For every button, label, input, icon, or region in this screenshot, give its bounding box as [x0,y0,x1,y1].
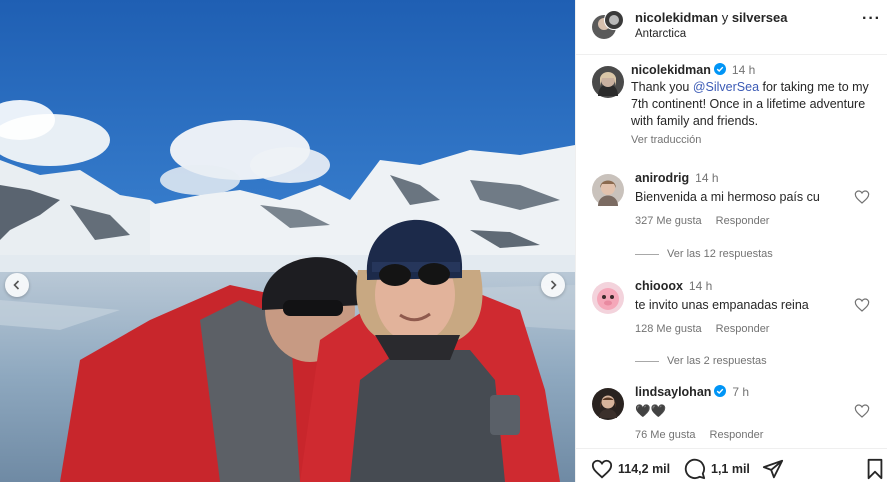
comment-time: 14 h [695,171,719,185]
post-details-panel: nicolekidman y silversea Antarctica ··· … [575,0,887,482]
reply-button[interactable]: Responder [716,215,770,227]
comment-item: lindsaylohan 7 h 🖤🖤 76 Me gusta Responder [576,385,887,445]
commenter-avatar[interactable] [592,282,624,314]
comment-header: anirodrig 14 h [635,171,719,185]
post-location[interactable]: Antarctica [635,28,686,40]
replies-divider [635,253,659,255]
comment-item: anirodrig 14 h Bienvenida a mi hermoso pa… [576,171,887,231]
view-replies-button[interactable]: Ver las 2 respuestas [635,355,767,367]
next-photo-button[interactable] [541,273,565,297]
author-separator: y [721,10,729,25]
reply-button[interactable]: Responder [716,323,770,335]
comment-meta: 76 Me gusta Responder [635,429,777,441]
view-replies-button[interactable]: Ver las 12 respuestas [635,248,773,260]
save-button[interactable] [864,458,887,480]
verified-badge-icon [713,63,726,75]
comment-time: 14 h [688,279,713,293]
comment-username[interactable]: anirodrig [635,171,689,185]
comment-username[interactable]: chiooox [635,279,683,293]
reply-button[interactable]: Responder [710,429,764,441]
antarctica-photo [0,0,575,482]
post-actions-bar: 114,2 mil 1,1 mil [576,448,887,482]
chevron-left-icon [13,280,20,290]
like-button[interactable]: 114,2 mil [591,458,670,480]
share-button[interactable] [762,458,789,480]
commenter-avatar[interactable] [592,174,624,206]
author-link[interactable]: nicolekidman [635,10,718,25]
likes-count: 114,2 mil [618,462,671,476]
paper-plane-icon [762,459,784,479]
post-photo [0,0,575,482]
comment-meta: 128 Me gusta Responder [635,323,783,335]
collaborator-link[interactable]: silversea [732,10,788,25]
caption-username[interactable]: nicolekidman [631,63,711,77]
comment-item: chiooox 14 h te invito unas empanadas rei… [576,279,887,339]
caption-body: nicolekidman 14 h Thank you @SilverSea fo… [631,62,879,149]
caption-mention[interactable]: @SilverSea [693,80,759,94]
comment-likes[interactable]: 327 Me gusta [635,215,702,227]
comments-count: 1,1 mil [711,462,750,476]
comment-time: 7 h [732,385,750,399]
view-replies-label: Ver las 12 respuestas [667,248,773,260]
heart-icon[interactable] [854,297,870,313]
chevron-right-icon [550,280,557,290]
more-options-button[interactable]: ··· [862,11,881,27]
comment-text: Bienvenida a mi hermoso país cu [635,190,820,204]
comment-username[interactable]: lindsaylohan [635,385,711,399]
comment-text: te invito unas empanadas reina [635,298,809,312]
comment-likes[interactable]: 76 Me gusta [635,429,696,441]
comment-likes[interactable]: 128 Me gusta [635,323,702,335]
previous-photo-button[interactable] [5,273,29,297]
caption-time: 14 h [731,63,756,77]
caption-author-avatar[interactable] [592,66,624,98]
post-header: nicolekidman y silversea Antarctica ··· [576,0,887,55]
verified-badge-icon [714,385,727,397]
comment-header: lindsaylohan 7 h [635,385,749,399]
view-replies-label: Ver las 2 respuestas [667,355,767,367]
comment-meta: 327 Me gusta Responder [635,215,783,227]
bookmark-icon [867,458,883,480]
heart-icon[interactable] [854,403,870,419]
heart-icon[interactable] [854,189,870,205]
collab-avatar[interactable] [592,9,624,41]
see-translation-button[interactable]: Ver traducción [631,132,879,149]
commenter-avatar[interactable] [592,388,624,420]
caption-text-start: Thank you [631,80,693,94]
comment-header: chiooox 14 h [635,279,712,293]
replies-divider [635,360,659,362]
heart-icon [591,459,613,479]
post-author-names: nicolekidman y silversea [635,10,788,25]
comment-text: 🖤🖤 [635,404,667,418]
comment-bubble-icon [684,458,706,480]
comment-button[interactable]: 1,1 mil [684,458,750,480]
